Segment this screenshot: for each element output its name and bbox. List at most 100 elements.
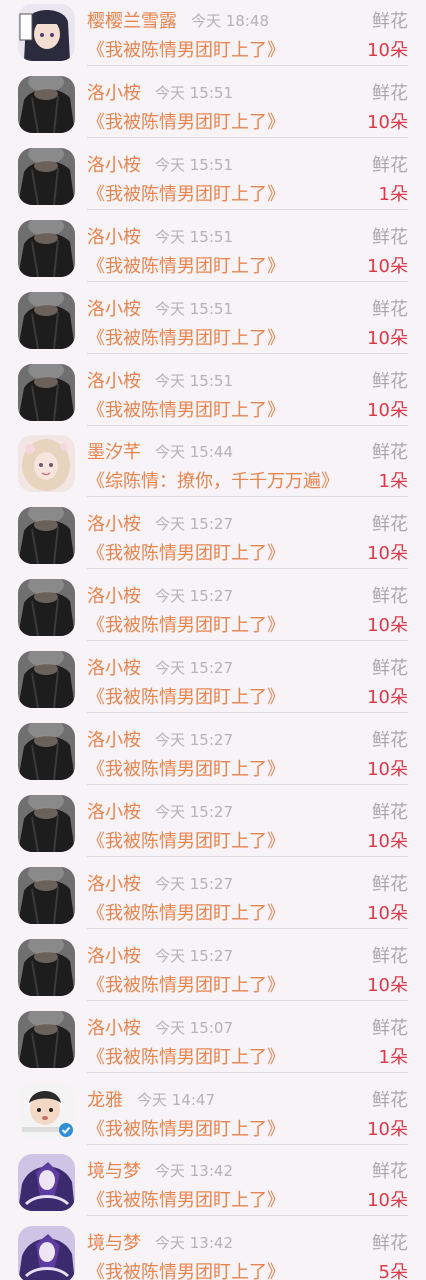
dark-portrait-avatar-icon — [18, 723, 75, 780]
gift-type-label: 鲜花 — [372, 1233, 408, 1254]
book-title-link[interactable]: 《我被陈情男团盯上了》 — [87, 683, 285, 709]
gift-count: 10朵 — [367, 687, 408, 708]
book-title-link[interactable]: 《我被陈情男团盯上了》 — [87, 36, 285, 62]
user-name[interactable]: 洛小桉 — [87, 582, 141, 608]
book-title-link[interactable]: 《我被陈情男团盯上了》 — [87, 396, 285, 422]
book-title-link[interactable]: 《综陈情：撩你，千千万万遍》 — [87, 467, 339, 493]
user-avatar[interactable] — [18, 1011, 75, 1068]
gift-record-row[interactable]: 境与梦 今天 13:42 鲜花 《我被陈情男团盯上了》 10朵 — [0, 1150, 426, 1222]
gift-record-row[interactable]: 洛小桉 今天 15:51 鲜花 《我被陈情男团盯上了》 10朵 — [0, 216, 426, 288]
gift-count: 1朵 — [378, 1047, 408, 1068]
gift-type-label: 鲜花 — [372, 1018, 408, 1039]
gift-type-label: 鲜花 — [372, 730, 408, 751]
gift-time: 今天 15:51 — [155, 300, 233, 318]
dark-portrait-avatar-icon — [18, 364, 75, 421]
gift-count: 10朵 — [367, 40, 408, 61]
user-name[interactable]: 境与梦 — [87, 1229, 141, 1255]
user-avatar[interactable] — [18, 364, 75, 421]
book-title-link[interactable]: 《我被陈情男团盯上了》 — [87, 755, 285, 781]
book-title-link[interactable]: 《我被陈情男团盯上了》 — [87, 1186, 285, 1212]
gift-record-row[interactable]: 洛小桉 今天 15:27 鲜花 《我被陈情男团盯上了》 10朵 — [0, 863, 426, 935]
dark-portrait-avatar-icon — [18, 507, 75, 564]
book-title-link[interactable]: 《我被陈情男团盯上了》 — [87, 1115, 285, 1141]
user-avatar[interactable] — [18, 148, 75, 205]
book-title-link[interactable]: 《我被陈情男团盯上了》 — [87, 180, 285, 206]
gift-count: 1朵 — [378, 184, 408, 205]
gift-type-label: 鲜花 — [372, 227, 408, 248]
book-title-link[interactable]: 《我被陈情男团盯上了》 — [87, 252, 285, 278]
gift-record-row[interactable]: 洛小桉 今天 15:51 鲜花 《我被陈情男团盯上了》 10朵 — [0, 360, 426, 432]
user-avatar[interactable] — [18, 1083, 75, 1140]
user-name[interactable]: 龙雅 — [87, 1086, 123, 1112]
gift-record-row[interactable]: 洛小桉 今天 15:27 鲜花 《我被陈情男团盯上了》 10朵 — [0, 647, 426, 719]
user-name[interactable]: 境与梦 — [87, 1157, 141, 1183]
book-title-link[interactable]: 《我被陈情男团盯上了》 — [87, 1043, 285, 1069]
gift-record-row[interactable]: 洛小桉 今天 15:27 鲜花 《我被陈情男团盯上了》 10朵 — [0, 719, 426, 791]
user-name[interactable]: 洛小桉 — [87, 654, 141, 680]
book-title-link[interactable]: 《我被陈情男团盯上了》 — [87, 108, 285, 134]
user-avatar[interactable] — [18, 651, 75, 708]
gift-record-row[interactable]: 洛小桉 今天 15:51 鲜花 《我被陈情男团盯上了》 1朵 — [0, 144, 426, 216]
gift-record-row[interactable]: 墨汐芊 今天 15:44 鲜花《综陈情：撩你，千千万万遍》 1朵 — [0, 431, 426, 503]
gift-type-label: 鲜花 — [372, 83, 408, 104]
user-name[interactable]: 洛小桉 — [87, 942, 141, 968]
gift-time: 今天 15:27 — [155, 659, 233, 677]
user-avatar[interactable] — [18, 76, 75, 133]
user-name[interactable]: 洛小桉 — [87, 798, 141, 824]
gift-time: 今天 15:27 — [155, 803, 233, 821]
user-avatar[interactable] — [18, 4, 75, 61]
dark-portrait-avatar-icon — [18, 795, 75, 852]
gift-record-row[interactable]: 洛小桉 今天 15:27 鲜花 《我被陈情男团盯上了》 10朵 — [0, 575, 426, 647]
user-avatar[interactable] — [18, 579, 75, 636]
gift-type-label: 鲜花 — [372, 874, 408, 895]
user-avatar[interactable] — [18, 435, 75, 492]
gift-count: 1朵 — [378, 471, 408, 492]
gift-record-row[interactable]: 洛小桉 今天 15:27 鲜花 《我被陈情男团盯上了》 10朵 — [0, 935, 426, 1007]
book-title-link[interactable]: 《我被陈情男团盯上了》 — [87, 324, 285, 350]
gift-count: 10朵 — [367, 1119, 408, 1140]
user-avatar[interactable] — [18, 292, 75, 349]
user-name[interactable]: 洛小桉 — [87, 151, 141, 177]
user-avatar[interactable] — [18, 723, 75, 780]
user-name[interactable]: 洛小桉 — [87, 1014, 141, 1040]
user-name[interactable]: 洛小桉 — [87, 510, 141, 536]
gift-record-row[interactable]: 樱樱兰雪露 今天 18:48 鲜花 《我被陈情男团盯上了》 10朵 — [0, 0, 426, 72]
user-name[interactable]: 墨汐芊 — [87, 438, 141, 464]
verified-kid-avatar-icon — [18, 1083, 75, 1140]
user-avatar[interactable] — [18, 867, 75, 924]
gift-record-row[interactable]: 洛小桉 今天 15:51 鲜花 《我被陈情男团盯上了》 10朵 — [0, 288, 426, 360]
user-avatar[interactable] — [18, 1154, 75, 1211]
gift-record-row[interactable]: 洛小桉 今天 15:27 鲜花 《我被陈情男团盯上了》 10朵 — [0, 503, 426, 575]
gift-record-row[interactable]: 龙雅 今天 14:47 鲜花 《我被陈情男团盯上了》 10朵 — [0, 1079, 426, 1151]
book-title-link[interactable]: 《我被陈情男团盯上了》 — [87, 1258, 285, 1280]
user-name[interactable]: 樱樱兰雪露 — [87, 7, 177, 33]
user-avatar[interactable] — [18, 1226, 75, 1280]
user-name[interactable]: 洛小桉 — [87, 79, 141, 105]
book-title-link[interactable]: 《我被陈情男团盯上了》 — [87, 971, 285, 997]
gift-type-label: 鲜花 — [372, 442, 408, 463]
row-divider — [87, 640, 408, 641]
user-name[interactable]: 洛小桉 — [87, 726, 141, 752]
book-title-link[interactable]: 《我被陈情男团盯上了》 — [87, 827, 285, 853]
user-avatar[interactable] — [18, 795, 75, 852]
book-title-link[interactable]: 《我被陈情男团盯上了》 — [87, 611, 285, 637]
gift-record-row[interactable]: 洛小桉 今天 15:51 鲜花 《我被陈情男团盯上了》 10朵 — [0, 72, 426, 144]
gift-time: 今天 15:44 — [155, 443, 233, 461]
user-avatar[interactable] — [18, 507, 75, 564]
user-name[interactable]: 洛小桉 — [87, 295, 141, 321]
book-title-link[interactable]: 《我被陈情男团盯上了》 — [87, 899, 285, 925]
user-name[interactable]: 洛小桉 — [87, 870, 141, 896]
user-name[interactable]: 洛小桉 — [87, 367, 141, 393]
gift-type-label: 鲜花 — [372, 299, 408, 320]
purple-anime-avatar-icon — [18, 1154, 75, 1211]
gift-record-row[interactable]: 洛小桉 今天 15:27 鲜花 《我被陈情男团盯上了》 10朵 — [0, 791, 426, 863]
dark-portrait-avatar-icon — [18, 651, 75, 708]
user-avatar[interactable] — [18, 220, 75, 277]
row-divider — [87, 1215, 408, 1216]
gift-type-label: 鲜花 — [372, 11, 408, 32]
book-title-link[interactable]: 《我被陈情男团盯上了》 — [87, 539, 285, 565]
gift-record-row[interactable]: 洛小桉 今天 15:07 鲜花 《我被陈情男团盯上了》 1朵 — [0, 1007, 426, 1079]
gift-record-row[interactable]: 境与梦 今天 13:42 鲜花 《我被陈情男团盯上了》 5朵 — [0, 1222, 426, 1280]
user-name[interactable]: 洛小桉 — [87, 223, 141, 249]
user-avatar[interactable] — [18, 939, 75, 996]
